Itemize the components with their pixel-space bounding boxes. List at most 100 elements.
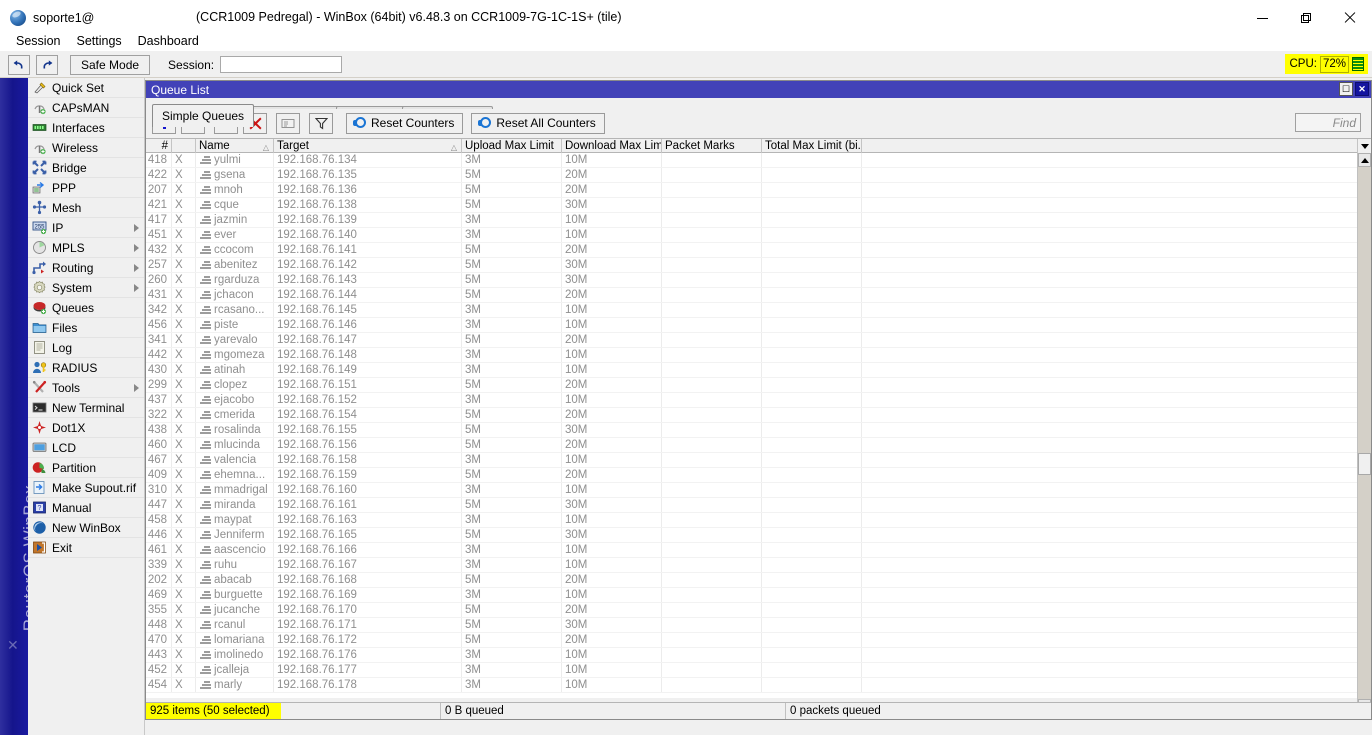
session-input[interactable] — [220, 56, 342, 73]
cell-download-max-limit: 10M — [562, 558, 662, 573]
table-row[interactable]: 202Xabacab192.168.76.1685M20M — [146, 573, 1357, 588]
table-row[interactable]: 409Xehemna...192.168.76.1595M20M — [146, 468, 1357, 483]
sidebar-item-exit[interactable]: Exit — [28, 538, 144, 558]
collapse-menu-icon[interactable]: ✕ — [7, 638, 21, 652]
table-row[interactable]: 207Xmnoh192.168.76.1365M20M — [146, 183, 1357, 198]
table-row[interactable]: 418Xyulmi192.168.76.1343M10M — [146, 153, 1357, 168]
table-row[interactable]: 454Xmarly192.168.76.1783M10M — [146, 678, 1357, 693]
filter-button[interactable] — [309, 113, 333, 134]
column-header-upload-max-limit[interactable]: Upload Max Limit — [462, 139, 562, 153]
sidebar-item-manual[interactable]: ? Manual — [28, 498, 144, 518]
queue-close-button[interactable]: ✕ — [1355, 82, 1369, 96]
table-row[interactable]: 437Xejacobo192.168.76.1523M10M — [146, 393, 1357, 408]
queue-entry-icon — [200, 441, 211, 450]
scrollbar-thumb[interactable] — [1358, 453, 1371, 475]
sidebar-item-radius[interactable]: RADIUS — [28, 358, 144, 378]
tab-simple-queues[interactable]: Simple Queues — [152, 104, 254, 127]
column-chooser-button[interactable] — [1357, 139, 1371, 153]
sidebar-item-tools[interactable]: Tools — [28, 378, 144, 398]
table-row[interactable]: 438Xrosalinda192.168.76.1555M30M — [146, 423, 1357, 438]
sidebar-item-log[interactable]: Log — [28, 338, 144, 358]
table-row[interactable]: 339Xruhu192.168.76.1673M10M — [146, 558, 1357, 573]
sidebar-item-queues[interactable]: Queues — [28, 298, 144, 318]
column-header-flags[interactable] — [172, 139, 196, 153]
table-row[interactable]: 342Xrcasano...192.168.76.1453M10M — [146, 303, 1357, 318]
sidebar-item-files[interactable]: Files — [28, 318, 144, 338]
sidebar-item-partition[interactable]: Partition — [28, 458, 144, 478]
redo-button[interactable] — [36, 55, 58, 75]
cell-packet-marks — [662, 663, 762, 678]
table-row[interactable]: 355Xjucanche192.168.76.1705M20M — [146, 603, 1357, 618]
table-row[interactable]: 467Xvalencia192.168.76.1583M10M — [146, 453, 1357, 468]
sidebar-item-dot1x[interactable]: Dot1X — [28, 418, 144, 438]
terminal-icon — [32, 400, 47, 415]
menu-item-dashboard[interactable]: Dashboard — [130, 32, 207, 50]
table-row[interactable]: 341Xyarevalo192.168.76.1475M20M — [146, 333, 1357, 348]
queue-name-text: ehemna... — [214, 469, 265, 481]
cell-upload-max-limit: 3M — [462, 648, 562, 663]
queue-table-body[interactable]: 418Xyulmi192.168.76.1343M10M422Xgsena192… — [146, 153, 1357, 698]
menu-item-session[interactable]: Session — [8, 32, 68, 50]
table-row[interactable]: 461Xaascencio192.168.76.1663M10M — [146, 543, 1357, 558]
table-row[interactable]: 310Xmmadrigal192.168.76.1603M10M — [146, 483, 1357, 498]
table-row[interactable]: 456Xpiste192.168.76.1463M10M — [146, 318, 1357, 333]
sidebar-item-system[interactable]: System — [28, 278, 144, 298]
menu-item-settings[interactable]: Settings — [68, 32, 129, 50]
table-row[interactable]: 417Xjazmin192.168.76.1393M10M — [146, 213, 1357, 228]
reset-counters-button[interactable]: Reset Counters — [346, 113, 463, 134]
table-row[interactable]: 322Xcmerida192.168.76.1545M20M — [146, 408, 1357, 423]
sidebar-item-wireless[interactable]: Wireless — [28, 138, 144, 158]
undo-button[interactable] — [8, 55, 30, 75]
sidebar-item-new-winbox[interactable]: New WinBox — [28, 518, 144, 538]
sidebar-item-mesh[interactable]: Mesh — [28, 198, 144, 218]
table-row[interactable]: 422Xgsena192.168.76.1355M20M — [146, 168, 1357, 183]
table-row[interactable]: 448Xrcanul192.168.76.1715M30M — [146, 618, 1357, 633]
cell-spacer — [862, 678, 1357, 693]
comment-button[interactable] — [276, 113, 300, 134]
table-row[interactable]: 257Xabenitez192.168.76.1425M30M — [146, 258, 1357, 273]
table-row[interactable]: 421Xcque192.168.76.1385M30M — [146, 198, 1357, 213]
table-row[interactable]: 447Xmiranda192.168.76.1615M30M — [146, 498, 1357, 513]
column-header-download-max-limit[interactable]: Download Max Limit — [562, 139, 662, 153]
sidebar-item-routing[interactable]: Routing — [28, 258, 144, 278]
scrollbar-track[interactable] — [1358, 167, 1371, 699]
table-row[interactable]: 460Xmlucinda192.168.76.1565M20M — [146, 438, 1357, 453]
queue-list-title: Queue List — [151, 83, 209, 97]
find-input[interactable]: Find — [1295, 113, 1361, 132]
table-row[interactable]: 458Xmaypat192.168.76.1633M10M — [146, 513, 1357, 528]
queue-name-text: ccocom — [214, 244, 254, 256]
table-row[interactable]: 452Xjcalleja192.168.76.1773M10M — [146, 663, 1357, 678]
table-row[interactable]: 431Xjchacon192.168.76.1445M20M — [146, 288, 1357, 303]
sidebar-item-ppp[interactable]: PPP — [28, 178, 144, 198]
table-row[interactable]: 469Xburguette192.168.76.1693M10M — [146, 588, 1357, 603]
safe-mode-button[interactable]: Safe Mode — [70, 55, 150, 75]
sidebar-item-quick-set[interactable]: Quick Set — [28, 78, 144, 98]
table-row[interactable]: 446XJenniferm192.168.76.1655M30M — [146, 528, 1357, 543]
table-row[interactable]: 299Xclopez192.168.76.1515M20M — [146, 378, 1357, 393]
table-row[interactable]: 260Xrgarduza192.168.76.1435M30M — [146, 273, 1357, 288]
sidebar-item-ip[interactable]: 255 IP — [28, 218, 144, 238]
sidebar-item-interfaces[interactable]: Interfaces — [28, 118, 144, 138]
table-row[interactable]: 442Xmgomeza192.168.76.1483M10M — [146, 348, 1357, 363]
sidebar-item-mpls[interactable]: MPLS — [28, 238, 144, 258]
table-row[interactable]: 443Ximolinedo192.168.76.1763M10M — [146, 648, 1357, 663]
scroll-up-button[interactable] — [1358, 153, 1371, 167]
sidebar-item-new-terminal[interactable]: New Terminal — [28, 398, 144, 418]
table-row[interactable]: 430Xatinah192.168.76.1493M10M — [146, 363, 1357, 378]
sidebar-item-make-supout[interactable]: Make Supout.rif — [28, 478, 144, 498]
column-header-total-max-limit[interactable]: Total Max Limit (bi... — [762, 139, 862, 153]
table-row[interactable]: 432Xccocom192.168.76.1415M20M — [146, 243, 1357, 258]
column-header-packet-marks[interactable]: Packet Marks — [662, 139, 762, 153]
sidebar-item-lcd[interactable]: LCD — [28, 438, 144, 458]
column-header-name[interactable]: Name△ — [196, 139, 274, 153]
queue-restore-button[interactable]: ☐ — [1339, 82, 1353, 96]
reset-all-counters-button[interactable]: Reset All Counters — [471, 113, 604, 134]
sidebar-item-bridge[interactable]: Bridge — [28, 158, 144, 178]
column-header-index[interactable]: # — [146, 139, 172, 153]
sidebar-label: New WinBox — [52, 521, 121, 535]
sidebar-item-capsman[interactable]: CAPsMAN — [28, 98, 144, 118]
table-row[interactable]: 470Xlomariana192.168.76.1725M20M — [146, 633, 1357, 648]
table-row[interactable]: 451Xever192.168.76.1403M10M — [146, 228, 1357, 243]
vertical-scrollbar[interactable] — [1357, 153, 1371, 713]
column-header-target[interactable]: Target△ — [274, 139, 462, 153]
